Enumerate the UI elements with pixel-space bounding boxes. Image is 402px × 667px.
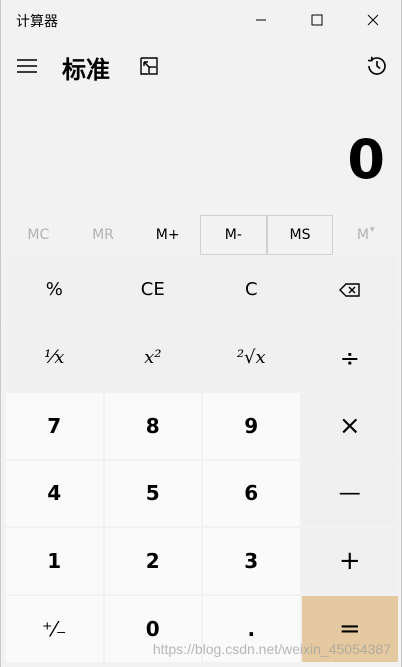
memory-clear-button[interactable]: MC: [6, 215, 71, 255]
plus-button[interactable]: +: [301, 528, 398, 595]
digit-3-button[interactable]: 3: [203, 528, 300, 595]
backspace-button[interactable]: [301, 257, 398, 323]
digit-0-button[interactable]: 0: [104, 596, 201, 662]
mode-title: 标准: [62, 56, 110, 84]
title-bar: 计算器: [1, 0, 401, 40]
digit-5-button[interactable]: 5: [104, 460, 201, 527]
clear-entry-button[interactable]: CE: [104, 257, 201, 323]
memory-store-button[interactable]: MS: [266, 215, 334, 255]
divide-button[interactable]: ÷: [301, 324, 398, 391]
multiply-button[interactable]: ×: [301, 392, 398, 459]
negate-button[interactable]: ⁺⁄₋: [6, 596, 103, 662]
window-title: 计算器: [16, 14, 58, 30]
square-button[interactable]: x²: [104, 324, 201, 391]
digit-9-button[interactable]: 9: [203, 392, 300, 459]
history-button[interactable]: [363, 52, 391, 80]
memory-view-label: M: [356, 227, 369, 243]
close-button[interactable]: [345, 0, 401, 40]
memory-recall-button[interactable]: MR: [71, 215, 136, 255]
maximize-button[interactable]: [289, 0, 345, 40]
equals-button[interactable]: =: [301, 596, 398, 662]
digit-8-button[interactable]: 8: [104, 392, 201, 459]
minimize-button[interactable]: [233, 0, 289, 40]
backspace-icon: [338, 283, 360, 297]
keep-on-top-button[interactable]: [137, 54, 161, 78]
navigation-menu-button[interactable]: [13, 52, 41, 80]
memory-view-button[interactable]: M ▾: [333, 215, 398, 255]
memory-add-button[interactable]: M+: [135, 215, 200, 255]
digit-2-button[interactable]: 2: [104, 528, 201, 595]
digit-4-button[interactable]: 4: [6, 460, 103, 527]
digit-6-button[interactable]: 6: [203, 460, 300, 527]
result-display: 0: [347, 128, 385, 191]
memory-row: MC MR M+ M- MS M ▾: [6, 215, 398, 255]
decimal-button[interactable]: .: [203, 596, 300, 662]
keypad: % CE C ¹⁄x x² ²√x ÷ 7 8 9 × 4 5 6 — 1 2 …: [6, 257, 398, 662]
close-icon: [367, 14, 379, 26]
square-root-button[interactable]: ²√x: [203, 324, 300, 391]
digit-7-button[interactable]: 7: [6, 392, 103, 459]
calculator-window: 计算器 标准 0 MC MR M+ M- MS M ▾ % CE C ¹⁄x x…: [0, 0, 402, 667]
percent-button[interactable]: %: [6, 257, 103, 323]
digit-1-button[interactable]: 1: [6, 528, 103, 595]
app-header: 标准: [1, 40, 401, 96]
keep-on-top-icon: [140, 57, 158, 75]
clear-button[interactable]: C: [203, 257, 300, 323]
reciprocal-button[interactable]: ¹⁄x: [6, 324, 103, 391]
history-icon: [368, 56, 386, 75]
minus-button[interactable]: —: [301, 460, 398, 527]
minimize-icon: [256, 19, 266, 21]
maximize-icon: [311, 14, 323, 26]
memory-subtract-button[interactable]: M-: [200, 215, 267, 255]
hamburger-icon: [17, 59, 37, 73]
chevron-down-icon: ▾: [369, 225, 375, 235]
